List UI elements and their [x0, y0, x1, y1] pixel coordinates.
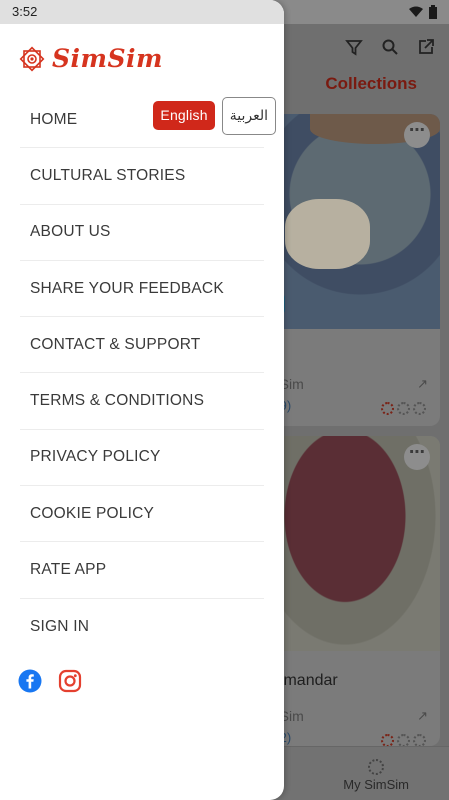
menu-item-label: PRIVACY POLICY — [30, 448, 161, 466]
logo-text: SimSim — [52, 44, 164, 73]
social-links — [18, 669, 82, 693]
logo-emblem-icon — [19, 46, 45, 71]
star-icon — [381, 734, 394, 746]
menu-item-label: CONTACT & SUPPORT — [30, 335, 201, 353]
menu-item-label: ABOUT US — [30, 223, 111, 241]
instagram-icon[interactable] — [58, 669, 82, 693]
star-icon — [381, 402, 394, 415]
rating-stars — [381, 402, 426, 415]
menu-item-about-us[interactable]: ABOUT US — [20, 205, 264, 261]
language-switcher: English العربية — [153, 97, 276, 135]
wifi-icon — [409, 6, 423, 17]
external-link-icon[interactable]: ↗ — [417, 376, 428, 392]
navigation-drawer: 3:52 SimSim HOME English العربية CULTURA… — [0, 0, 284, 800]
menu-item-label: SHARE YOUR FEEDBACK — [30, 279, 224, 297]
menu-item-label: RATE APP — [30, 561, 107, 579]
menu-item-cookie[interactable]: COOKIE POLICY — [20, 486, 264, 543]
menu-item-terms[interactable]: TERMS & CONDITIONS — [20, 373, 264, 430]
rating-stars — [381, 734, 426, 746]
star-icon — [413, 734, 426, 746]
battery-icon — [429, 5, 437, 19]
simsim-logo: SimSim — [18, 44, 163, 73]
menu-item-label: SIGN IN — [30, 617, 90, 635]
external-link-icon[interactable]: ↗ — [417, 708, 428, 724]
menu-item-label: COOKIE POLICY — [30, 504, 155, 522]
filter-icon[interactable] — [345, 38, 363, 56]
facebook-icon[interactable] — [18, 669, 42, 693]
search-icon[interactable] — [381, 38, 399, 56]
menu-item-share-feedback[interactable]: SHARE YOUR FEEDBACK — [20, 261, 264, 318]
star-icon — [397, 734, 410, 746]
status-time: 3:52 — [12, 4, 38, 19]
menu-item-cultural-stories[interactable]: CULTURAL STORIES — [20, 148, 264, 205]
menu-item-contact-support[interactable]: CONTACT & SUPPORT — [20, 317, 264, 374]
header-actions — [345, 38, 435, 56]
more-options-icon[interactable]: ⋯ — [404, 122, 430, 148]
menu-item-label: TERMS & CONDITIONS — [30, 392, 205, 410]
language-arabic-button[interactable]: العربية — [221, 97, 276, 135]
star-icon — [397, 402, 410, 415]
collections-title: Collections — [325, 74, 417, 93]
language-english-button[interactable]: English — [153, 101, 215, 130]
more-options-icon[interactable]: ⋯ — [404, 444, 430, 470]
menu-item-rate-app[interactable]: RATE APP — [20, 542, 264, 599]
share-icon[interactable] — [417, 38, 435, 56]
nav-my-simsim[interactable]: My SimSim — [343, 759, 409, 792]
menu-item-label: CULTURAL STORIES — [30, 166, 186, 184]
drawer-menu: HOME English العربية CULTURAL STORIES AB… — [20, 92, 276, 655]
menu-item-privacy[interactable]: PRIVACY POLICY — [20, 430, 264, 487]
drawer-status-bar: 3:52 — [0, 0, 284, 24]
simsim-icon — [368, 759, 385, 775]
status-icons — [409, 5, 437, 19]
menu-item-sign-in[interactable]: SIGN IN — [20, 599, 264, 655]
star-icon — [413, 402, 426, 415]
nav-my-simsim-label: My SimSim — [343, 777, 409, 792]
menu-item-home[interactable]: HOME English العربية — [20, 92, 276, 149]
menu-item-label: HOME — [30, 110, 78, 128]
